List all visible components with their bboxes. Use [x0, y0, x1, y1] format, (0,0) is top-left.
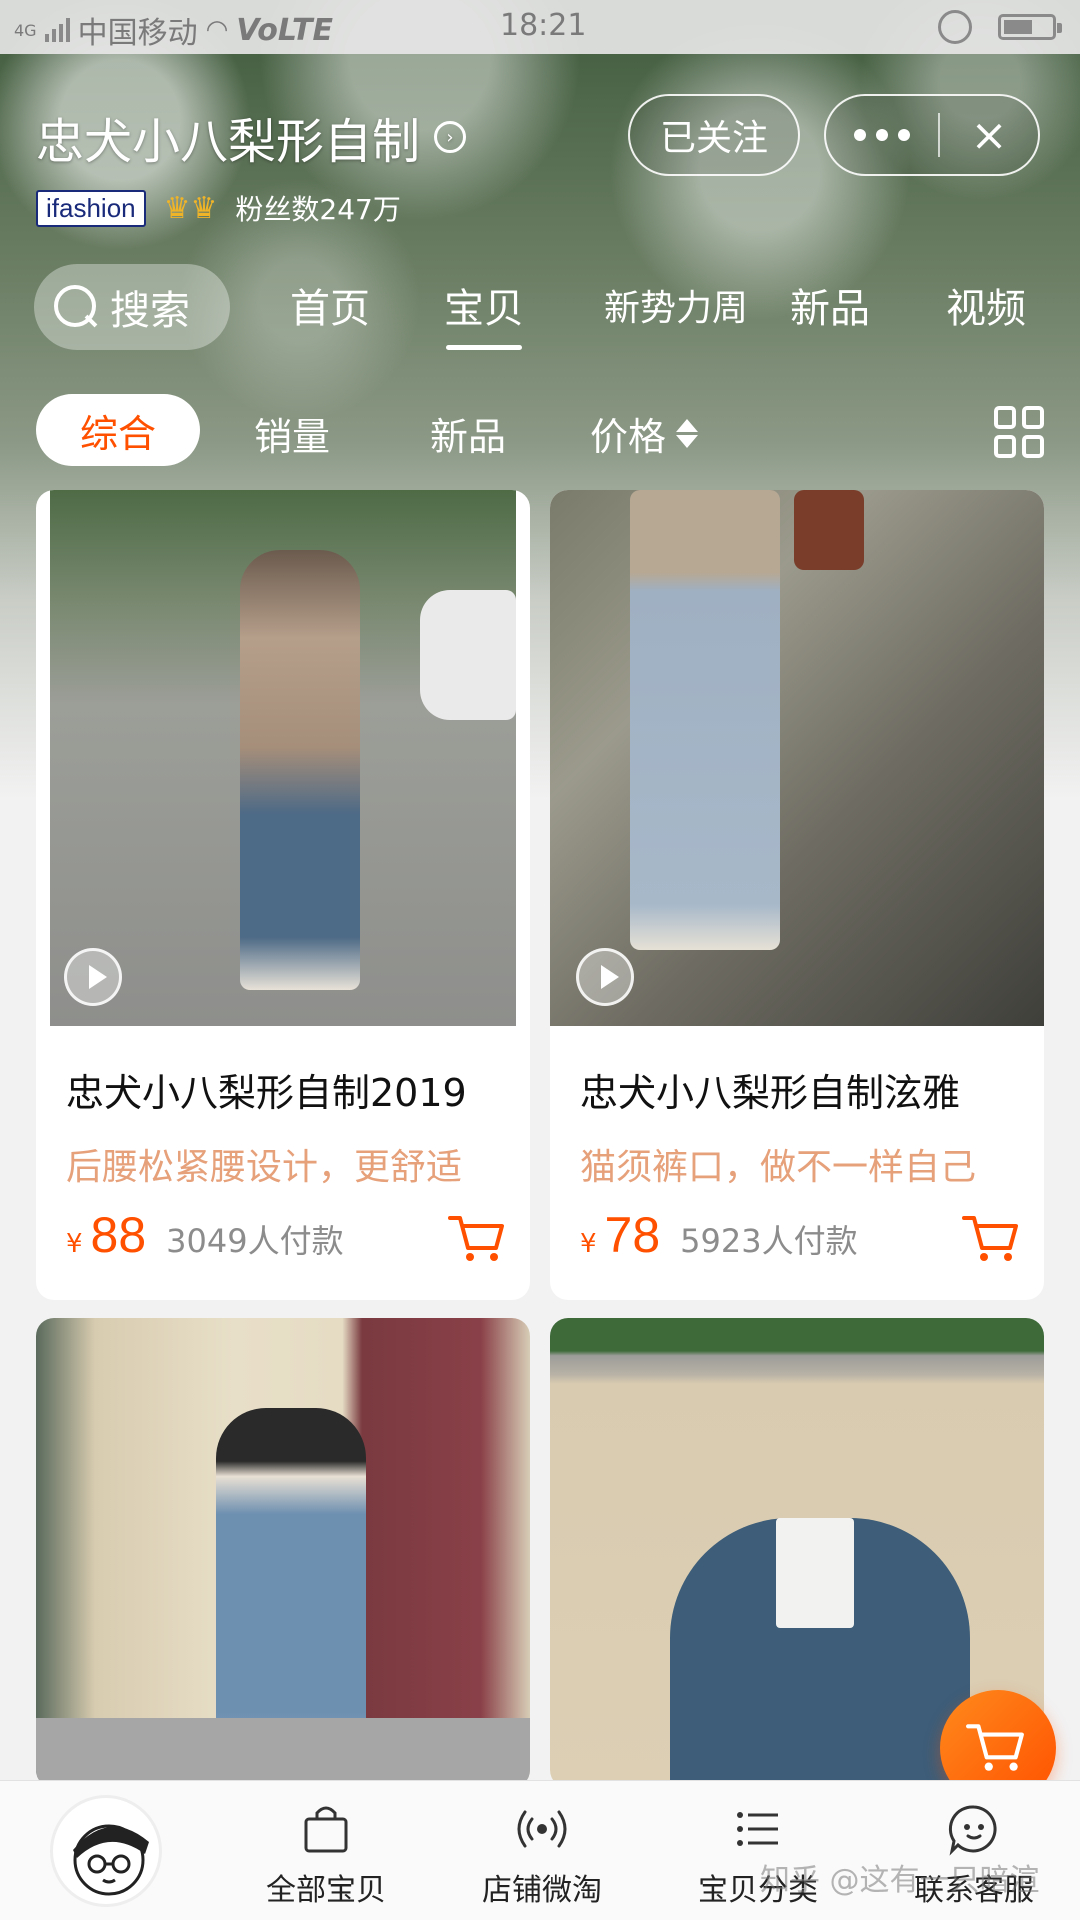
nav-all-products[interactable]: 全部宝贝 [266, 1801, 386, 1909]
watermark: 知乎 @这有一只暗渲 [760, 1863, 1040, 1898]
shop-logo-illustration [73, 1824, 149, 1896]
close-icon[interactable]: × [940, 110, 1038, 161]
filter-price-label: 价格 [590, 415, 667, 459]
sales-count: 3049人付款 [166, 1222, 344, 1260]
tab-products[interactable]: 宝贝 [444, 276, 524, 350]
nav-label: 全部宝贝 [266, 1873, 386, 1908]
bottom-navigation: 全部宝贝 店铺微淘 宝贝分类 联系客服 [0, 1780, 1080, 1920]
filter-price[interactable]: 价格 [590, 406, 699, 461]
chat-icon [948, 1805, 997, 1856]
product-title: 忠犬小八梨形自制2019 [66, 1071, 467, 1115]
ifashion-badge: ifashion [36, 189, 146, 227]
product-image [550, 490, 1044, 1026]
paper-bag [776, 1518, 854, 1628]
filter-new[interactable]: 新品 [430, 406, 506, 461]
signal-icon [44, 18, 70, 42]
price-row: ¥ 88 3049人付款 [66, 1206, 344, 1264]
currency-symbol: ¥ [580, 1229, 597, 1259]
status-bar: 4G 中国移动 ◠ VoLTE 18:21 [0, 0, 1080, 54]
volte-label: VoLTE [236, 12, 334, 48]
tab-home[interactable]: 首页 [290, 276, 370, 334]
crown-icon: ♛♛ [163, 190, 218, 226]
bag-shape [794, 490, 864, 570]
nav-shop-feed[interactable]: 店铺微淘 [482, 1801, 602, 1909]
chevron-right-circle-icon: › [434, 121, 467, 153]
price-row: ¥ 78 5923人付款 [580, 1206, 858, 1264]
nav-label: 店铺微淘 [482, 1873, 602, 1908]
car-shape [420, 590, 516, 720]
tab-videos[interactable]: 视频 [946, 276, 1026, 334]
play-icon[interactable] [64, 948, 122, 1006]
add-to-cart-icon[interactable] [448, 1212, 506, 1264]
sales-count: 5923人付款 [680, 1222, 858, 1260]
product-title: 忠犬小八梨形自制泫雅 [580, 1071, 961, 1115]
model-legs [630, 490, 780, 950]
sort-arrows-icon [676, 419, 699, 448]
cart-icon [966, 1724, 1024, 1771]
product-subtitle: 猫须裤口，做不一样自己 [580, 1147, 977, 1188]
shop-info-row: ifashion ♛♛ 粉丝数247万 [36, 188, 401, 228]
shopping-bag-icon [304, 1806, 348, 1853]
shop-name: 忠犬小八梨形自制 [36, 114, 421, 170]
product-card[interactable]: 忠犬小八梨形自制泫雅 猫须裤口，做不一样自己 ¥ 78 5923人付款 [550, 490, 1044, 1300]
mini-program-capsule: × [824, 94, 1040, 176]
network-type: 4G [14, 20, 37, 40]
tab-new-arrivals[interactable]: 新品 [790, 276, 870, 334]
broadcast-icon [517, 1810, 567, 1848]
product-card[interactable]: 忠犬小八梨形自制2019 后腰松紧腰设计，更舒适 ¥ 88 3049人付款 [36, 490, 530, 1300]
more-icon[interactable] [826, 129, 938, 141]
shop-avatar[interactable] [50, 1795, 162, 1907]
clock: 18:21 [500, 8, 587, 43]
product-price: 78 [604, 1207, 661, 1263]
product-subtitle: 后腰松紧腰设计，更舒适 [66, 1147, 463, 1188]
currency-symbol: ¥ [66, 1229, 83, 1259]
tab-new-trend-week[interactable]: 新势力周 [604, 279, 748, 331]
fans-count: 粉丝数247万 [235, 193, 401, 226]
product-card[interactable] [36, 1318, 530, 1788]
model-figure [240, 550, 360, 990]
filter-comprehensive[interactable]: 综合 [36, 394, 200, 466]
sort-filter-bar: 综合 销量 新品 价格 [0, 394, 1080, 466]
follow-button[interactable]: 已关注 [628, 94, 800, 176]
play-icon[interactable] [576, 948, 634, 1006]
filter-sales[interactable]: 销量 [254, 406, 330, 461]
product-price: 88 [90, 1207, 147, 1263]
shop-title[interactable]: 忠犬小八梨形自制 › [36, 102, 467, 172]
product-image [50, 490, 516, 1026]
battery-icon [998, 14, 1062, 40]
add-to-cart-icon[interactable] [962, 1212, 1020, 1264]
carrier: 中国移动 [77, 16, 198, 51]
wall-base [36, 1718, 530, 1788]
shop-tabs: 首页 宝贝 新势力周 新品 视频 [0, 276, 1080, 350]
grid-view-icon[interactable] [994, 406, 1046, 458]
list-icon [737, 1812, 778, 1846]
wifi-icon: ◠ [205, 15, 229, 45]
rotation-lock-icon [938, 10, 972, 44]
product-image [36, 1318, 530, 1788]
